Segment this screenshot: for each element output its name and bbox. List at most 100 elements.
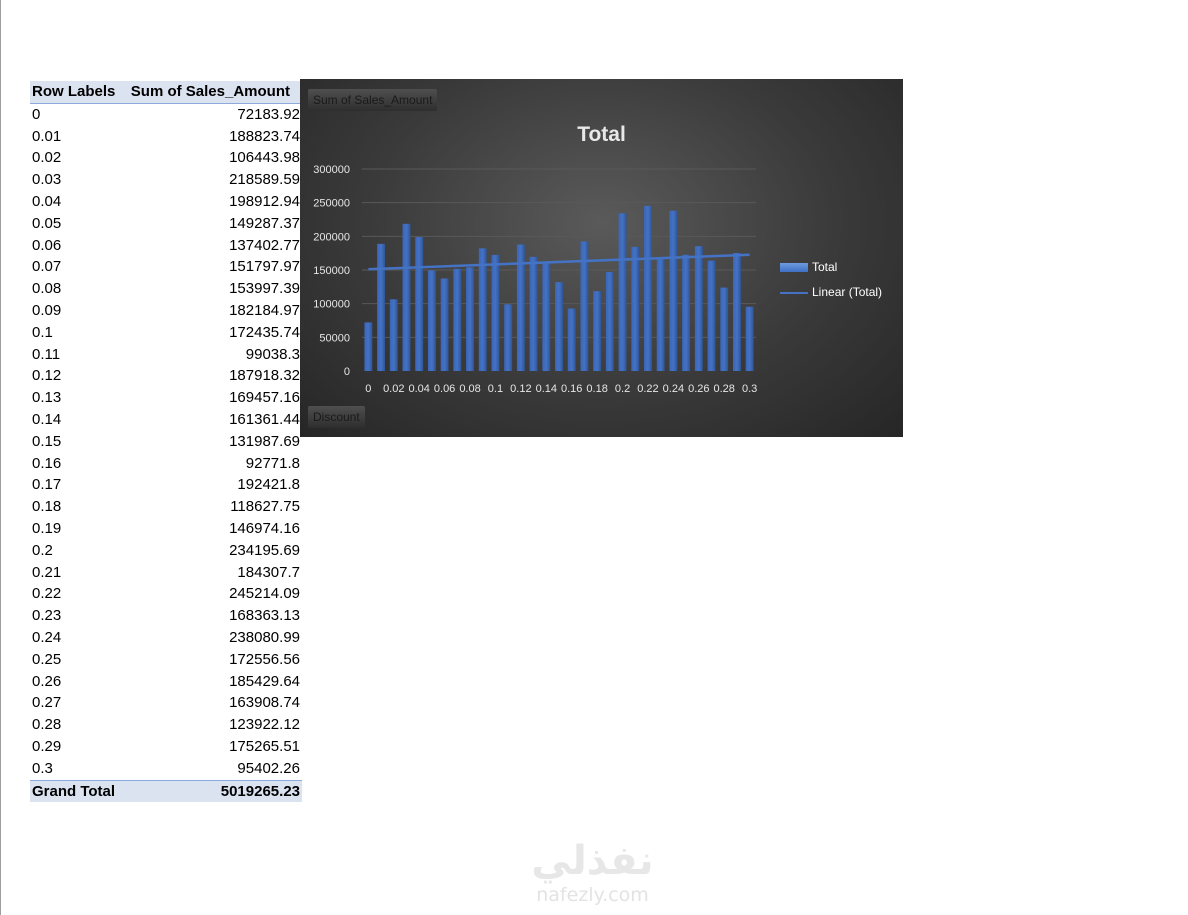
bar — [707, 260, 716, 371]
pivot-row-value[interactable]: 131987.69 — [229, 433, 300, 450]
pivot-row-label[interactable]: 0.13 — [32, 389, 61, 406]
pivot-row-label[interactable]: 0.2 — [32, 542, 53, 559]
pivot-row-label[interactable]: 0.1 — [32, 324, 53, 341]
y-tick-label: 250000 — [313, 198, 350, 210]
bar — [567, 308, 576, 371]
y-tick-label: 50000 — [319, 332, 350, 344]
sum-header[interactable]: Sum of Sales_Amount — [131, 83, 290, 100]
x-tick-label: 0.18 — [586, 383, 607, 395]
pivot-row-value[interactable]: 238080.99 — [229, 629, 300, 646]
pivot-row: 0.04 198912.94 — [30, 191, 302, 213]
pivot-row-value[interactable]: 185429.64 — [229, 673, 300, 690]
pivot-row-value[interactable]: 192421.8 — [237, 476, 300, 493]
pivot-row-value[interactable]: 99038.3 — [246, 346, 300, 363]
bar — [732, 252, 741, 371]
pivot-row-label[interactable]: 0.22 — [32, 585, 61, 602]
pivot-row-label[interactable]: 0.01 — [32, 128, 61, 145]
pivot-row-value[interactable]: 106443.98 — [229, 149, 300, 166]
pivot-row-label[interactable]: 0.14 — [32, 411, 61, 428]
pivot-row-label[interactable]: 0.25 — [32, 651, 61, 668]
pivot-row-label[interactable]: 0.05 — [32, 215, 61, 232]
pivot-row-label[interactable]: 0.04 — [32, 193, 61, 210]
pivot-row-value[interactable]: 95402.26 — [237, 760, 300, 777]
bar — [377, 243, 386, 371]
pivot-row-label[interactable]: 0.28 — [32, 716, 61, 733]
pivot-row-value[interactable]: 198912.94 — [229, 193, 300, 210]
pivot-row-label[interactable]: 0.18 — [32, 498, 61, 515]
pivot-row-value[interactable]: 234195.69 — [229, 542, 300, 559]
pivot-row-value[interactable]: 175265.51 — [229, 738, 300, 755]
pivot-row-value[interactable]: 172435.74 — [229, 324, 300, 341]
pivot-row-value[interactable]: 146974.16 — [229, 520, 300, 537]
pivot-row-label[interactable]: 0.12 — [32, 367, 61, 384]
pivot-row-value[interactable]: 218589.59 — [229, 171, 300, 188]
pivot-row-label[interactable]: 0.21 — [32, 564, 61, 581]
pivot-row-value[interactable]: 184307.7 — [237, 564, 300, 581]
pivot-row-label[interactable]: 0.11 — [32, 346, 60, 363]
pivot-row-label[interactable]: 0.06 — [32, 237, 61, 254]
y-tick-label: 300000 — [313, 164, 350, 176]
pivot-row-value[interactable]: 182184.97 — [229, 302, 300, 319]
x-tick-label: 0.26 — [688, 383, 709, 395]
grand-total-value[interactable]: 5019265.23 — [221, 783, 300, 800]
pivot-row-value[interactable]: 92771.8 — [246, 455, 300, 472]
pivot-row-label[interactable]: 0.19 — [32, 520, 61, 537]
row-labels-header[interactable]: Row Labels — [32, 83, 115, 100]
x-tick-label: 0.14 — [536, 383, 557, 395]
pivot-row-label[interactable]: 0.24 — [32, 629, 61, 646]
pivot-row-label[interactable]: 0.09 — [32, 302, 61, 319]
x-tick-label: 0.04 — [408, 383, 429, 395]
x-tick-label: 0.12 — [510, 383, 531, 395]
x-tick-label: 0.06 — [434, 383, 455, 395]
pivot-row-value[interactable]: 123922.12 — [229, 716, 300, 733]
pivot-row-label[interactable]: 0.26 — [32, 673, 61, 690]
pivot-row-value[interactable]: 161361.44 — [229, 411, 300, 428]
bar — [415, 237, 424, 371]
pivot-row: 0.1 172435.74 — [30, 322, 302, 344]
axis-field-button[interactable]: Discount — [308, 406, 365, 428]
pivot-row-label[interactable]: 0.02 — [32, 149, 61, 166]
pivot-row-value[interactable]: 172556.56 — [229, 651, 300, 668]
pivot-row-value[interactable]: 72183.92 — [237, 106, 300, 123]
pivot-row-value[interactable]: 187918.32 — [229, 367, 300, 384]
pivot-row-label[interactable]: 0.16 — [32, 455, 61, 472]
pivot-row-value[interactable]: 245214.09 — [229, 585, 300, 602]
pivot-row-value[interactable]: 168363.13 — [229, 607, 300, 624]
pivot-table: Row Labels Sum of Sales_Amount 0 72183.92… — [30, 81, 302, 803]
pivot-row-label[interactable]: 0.27 — [32, 694, 61, 711]
pivot-row-label[interactable]: 0 — [32, 106, 40, 123]
bar — [669, 210, 678, 371]
pivot-row-value[interactable]: 137402.77 — [229, 237, 300, 254]
pivot-row-label[interactable]: 0.29 — [32, 738, 61, 755]
pivot-row-value[interactable]: 151797.97 — [229, 258, 300, 275]
pivot-row: 0.29 175265.51 — [30, 736, 302, 758]
grand-total-label[interactable]: Grand Total — [32, 783, 115, 800]
pivot-row-value[interactable]: 169457.16 — [229, 389, 300, 406]
y-tick-label: 200000 — [313, 231, 350, 243]
pivot-chart[interactable]: Sum of Sales_Amount Total 0 50000 100000 15… — [300, 79, 903, 437]
pivot-row-label[interactable]: 0.08 — [32, 280, 61, 297]
pivot-row-label[interactable]: 0.23 — [32, 607, 61, 624]
pivot-row-value[interactable]: 153997.39 — [229, 280, 300, 297]
pivot-row-label[interactable]: 0.17 — [32, 476, 61, 493]
pivot-row-label[interactable]: 0.07 — [32, 258, 61, 275]
pivot-row-value[interactable]: 149287.37 — [229, 215, 300, 232]
bar — [491, 254, 500, 371]
pivot-row-label[interactable]: 0.3 — [32, 760, 53, 777]
pivot-row: 0.12 187918.32 — [30, 365, 302, 387]
bar — [466, 267, 474, 371]
pivot-row: 0.19 146974.16 — [30, 518, 302, 540]
bar — [644, 205, 652, 371]
pivot-row-label[interactable]: 0.15 — [32, 433, 61, 450]
bar — [618, 213, 627, 371]
y-tick-label: 150000 — [313, 265, 350, 277]
pivot-row-value[interactable]: 118627.75 — [230, 498, 300, 515]
pivot-row-label[interactable]: 0.03 — [32, 171, 61, 188]
pivot-row-value[interactable]: 163908.74 — [229, 694, 300, 711]
pivot-row-value[interactable]: 188823.74 — [229, 128, 300, 145]
pivot-row: 0.14 161361.44 — [30, 409, 302, 431]
bar — [504, 304, 513, 371]
bar — [529, 256, 538, 371]
bar — [682, 254, 691, 371]
bar — [402, 223, 411, 371]
